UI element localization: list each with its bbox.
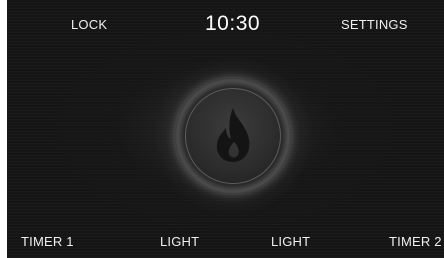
flame-power-button[interactable] — [153, 56, 313, 216]
clock-display: 10:30 — [205, 12, 261, 35]
timer-1-button[interactable]: TIMER 1 — [21, 234, 74, 249]
device-frame: LOCK 10:30 SETTINGS TIMER 1 LIGHT LIGHT … — [0, 0, 444, 258]
control-screen: LOCK 10:30 SETTINGS TIMER 1 LIGHT LIGHT … — [7, 0, 444, 258]
settings-button[interactable]: SETTINGS — [341, 17, 408, 32]
flame-icon — [216, 108, 250, 162]
light-1-button[interactable]: LIGHT — [160, 234, 199, 249]
lock-button[interactable]: LOCK — [71, 17, 107, 32]
light-2-button[interactable]: LIGHT — [271, 234, 310, 249]
timer-2-button[interactable]: TIMER 2 — [389, 234, 442, 249]
